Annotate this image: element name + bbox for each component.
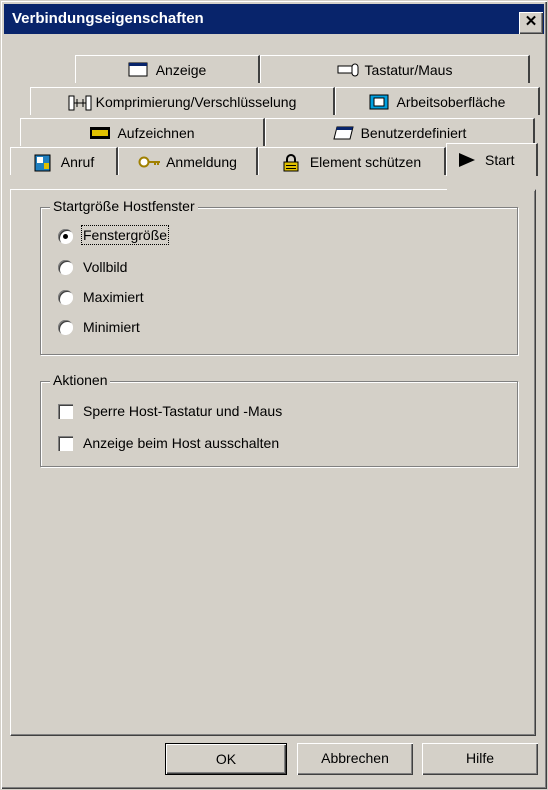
radio-minimiert[interactable] bbox=[58, 320, 73, 335]
compression-icon bbox=[68, 94, 92, 110]
radio-label-vollbild[interactable]: Vollbild bbox=[83, 259, 127, 275]
startsize-group-legend: Startgröße Hostfenster bbox=[50, 198, 198, 214]
checkbox-label-anzeige-aus[interactable]: Anzeige beim Host ausschalten bbox=[83, 435, 279, 451]
custom-icon bbox=[332, 125, 354, 141]
tab-label: Start bbox=[485, 152, 515, 168]
tab-benutzerdefiniert[interactable]: Benutzerdefiniert bbox=[265, 118, 535, 146]
keyboard-mouse-icon bbox=[337, 62, 359, 78]
tab-label: Anzeige bbox=[155, 61, 207, 78]
tab-label: Aufzeichnen bbox=[117, 124, 195, 141]
help-button[interactable]: Hilfe bbox=[422, 743, 538, 775]
lock-icon bbox=[282, 153, 302, 171]
play-icon bbox=[457, 152, 477, 168]
key-icon bbox=[138, 154, 161, 170]
checkbox-label-sperre-host[interactable]: Sperre Host-Tastatur und -Maus bbox=[83, 403, 282, 419]
tab-tastatur-maus[interactable]: Tastatur/Maus bbox=[260, 55, 530, 83]
checkbox-sperre-host[interactable] bbox=[58, 404, 73, 419]
tab-anzeige[interactable]: Anzeige bbox=[75, 55, 260, 83]
tab-label: Benutzerdefiniert bbox=[360, 124, 467, 141]
active-tab-joiner bbox=[447, 188, 535, 191]
title-bar[interactable]: Verbindungseigenschaften ✕ bbox=[4, 4, 544, 34]
radio-fenstergroesse[interactable] bbox=[58, 229, 73, 244]
tab-anmeldung[interactable]: Anmeldung bbox=[118, 147, 258, 175]
close-icon: ✕ bbox=[524, 13, 538, 30]
desktop-icon bbox=[369, 94, 389, 110]
tab-arbeitsoberflaeche[interactable]: Arbeitsoberfläche bbox=[335, 87, 540, 115]
phonebook-icon bbox=[33, 154, 53, 171]
actions-group bbox=[40, 381, 518, 467]
radio-label-maximiert[interactable]: Maximiert bbox=[83, 289, 144, 305]
radio-label-minimiert[interactable]: Minimiert bbox=[83, 319, 140, 335]
radio-vollbild[interactable] bbox=[58, 260, 73, 275]
radio-maximiert[interactable] bbox=[58, 290, 73, 305]
actions-group-legend: Aktionen bbox=[50, 372, 111, 388]
tab-aufzeichnen[interactable]: Aufzeichnen bbox=[20, 118, 265, 146]
tab-label: Anmeldung bbox=[166, 153, 237, 170]
tab-label: Anruf bbox=[60, 153, 95, 170]
tab-label: Komprimierung/Verschlüsselung bbox=[95, 93, 297, 110]
tab-label: Element schützen bbox=[309, 153, 422, 170]
close-button[interactable]: ✕ bbox=[519, 12, 543, 34]
tab-label: Arbeitsoberfläche bbox=[396, 93, 506, 110]
radio-label-fenstergroesse[interactable]: Fenstergröße bbox=[80, 225, 170, 245]
ok-button[interactable]: OK bbox=[165, 743, 287, 775]
cancel-button[interactable]: Abbrechen bbox=[297, 743, 413, 775]
tab-anruf[interactable]: Anruf bbox=[10, 147, 118, 175]
monitor-icon bbox=[128, 62, 148, 78]
window-title: Verbindungseigenschaften bbox=[12, 10, 204, 27]
record-icon bbox=[89, 125, 111, 141]
tab-start[interactable]: Start bbox=[446, 143, 538, 176]
tab-element-schuetzen[interactable]: Element schützen bbox=[258, 147, 446, 175]
tab-komprimierung[interactable]: Komprimierung/Verschlüsselung bbox=[30, 87, 335, 115]
tab-label: Tastatur/Maus bbox=[364, 61, 453, 78]
checkbox-anzeige-aus[interactable] bbox=[58, 436, 73, 451]
